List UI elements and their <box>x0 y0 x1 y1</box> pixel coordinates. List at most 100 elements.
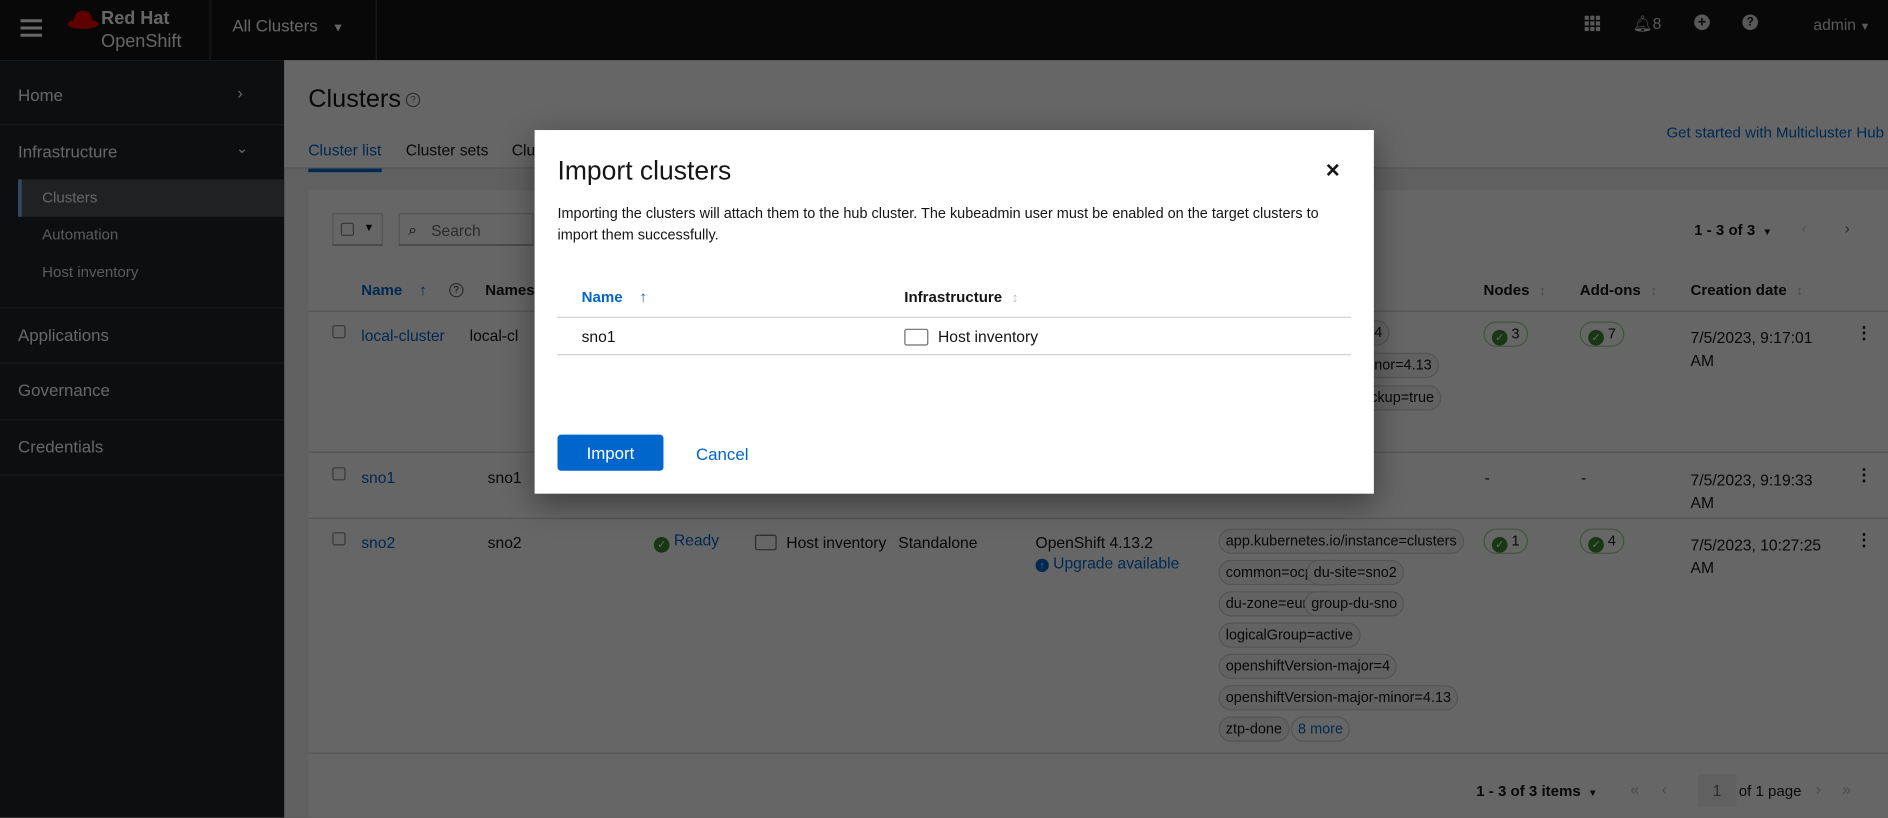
help-icon[interactable]: ? <box>1742 14 1758 31</box>
sort-asc-icon: ↑ <box>639 288 647 306</box>
col-creation-date[interactable]: Creation date ↕ <box>1691 282 1803 299</box>
page-count: of 1 page <box>1738 782 1802 800</box>
search-placeholder: Search <box>431 221 481 240</box>
server-icon <box>754 534 777 551</box>
tab-cluster-pools[interactable]: Clu <box>512 141 535 159</box>
namespace-cell: local-cl <box>469 326 519 345</box>
import-button[interactable]: Import <box>557 434 664 471</box>
pagination-items-toggle[interactable]: 1 - 3 of 3 items ▼ <box>1476 783 1597 800</box>
cluster-link[interactable]: sno1 <box>361 468 395 486</box>
user-menu[interactable]: admin ▼ <box>1813 16 1870 34</box>
addons-count[interactable]: ✓ 7 <box>1579 321 1625 347</box>
sidebar-item-applications[interactable]: Applications <box>18 325 109 344</box>
label-chip: group-du-sno <box>1304 591 1405 617</box>
brand-line2: OpenShift <box>101 31 182 52</box>
status-ready[interactable]: ✓ Ready <box>653 531 719 553</box>
caret-down-icon: ▼ <box>332 21 345 35</box>
search-input[interactable]: ⌕ Search <box>398 213 534 246</box>
server-icon <box>904 328 929 346</box>
label-chip: openshiftVersion-major-minor=4.13 <box>1218 685 1459 711</box>
check-circle-icon: ✓ <box>1588 329 1604 346</box>
sidebar-item-host-inventory[interactable]: Host inventory <box>42 264 138 281</box>
help-icon[interactable]: ? <box>405 92 421 108</box>
distribution-version: OpenShift 4.13.2 <box>1035 533 1154 552</box>
cluster-link[interactable]: local-cluster <box>361 326 445 344</box>
prev-page-icon[interactable]: ‹ <box>1801 219 1806 237</box>
cluster-link[interactable]: sno2 <box>361 533 395 551</box>
row-checkbox[interactable] <box>332 325 346 339</box>
check-circle-icon: ✓ <box>1588 537 1604 553</box>
first-page-icon[interactable]: « <box>1630 780 1639 798</box>
hamburger-menu-icon[interactable] <box>20 18 43 37</box>
addons-count[interactable]: ✓ 4 <box>1579 528 1625 554</box>
check-circle-icon: ✓ <box>653 537 670 553</box>
namespace-cell: sno1 <box>487 468 522 487</box>
brand-line1: Red Hat <box>101 8 170 29</box>
caret-down-icon: ▼ <box>1859 20 1871 33</box>
close-icon[interactable]: × <box>1326 158 1340 186</box>
get-started-link[interactable]: Get started with Multicluster Hub <box>1666 124 1883 141</box>
bulk-select-dropdown[interactable]: ▼ <box>332 213 383 246</box>
label-chip: app.kubernetes.io/instance=clusters <box>1218 528 1464 554</box>
check-circle-icon: ✓ <box>1491 329 1508 346</box>
kebab-menu-icon[interactable]: ⋮ <box>1856 323 1873 343</box>
distribution-type: Standalone <box>898 533 978 552</box>
label-chip: openshiftVersion-major=4 <box>1218 653 1398 680</box>
next-page-icon[interactable]: › <box>1816 780 1821 798</box>
modal-row-name: sno1 <box>581 327 616 346</box>
plus-circle-icon[interactable]: + <box>1694 14 1710 31</box>
sidebar-item-governance[interactable]: Governance <box>18 380 110 399</box>
modal-col-name[interactable]: Name ↑ <box>582 289 647 306</box>
kebab-menu-icon[interactable]: ⋮ <box>1856 530 1873 550</box>
col-name[interactable]: Name ↑ <box>361 282 426 299</box>
addons-count: - <box>1580 468 1587 487</box>
sidebar-item-infrastructure[interactable]: Infrastructure <box>18 142 117 161</box>
arrow-up-circle-icon: ↑ <box>1035 558 1049 572</box>
label-chip: ztp-done <box>1218 716 1290 742</box>
row-checkbox[interactable] <box>332 532 346 546</box>
sidebar-item-automation[interactable]: Automation <box>42 226 118 243</box>
col-namespace[interactable]: Names <box>485 282 534 299</box>
sidebar-item-credentials[interactable]: Credentials <box>18 437 103 456</box>
sidebar-item-clusters[interactable]: Clusters <box>42 189 97 206</box>
modal-description: Importing the clusters will attach them … <box>557 204 1319 244</box>
notifications-button[interactable]: 🔔︎8 <box>1633 14 1662 33</box>
bell-icon: 🔔︎ <box>1632 14 1653 33</box>
page-title: Clusters <box>308 85 402 114</box>
check-circle-icon: ✓ <box>1491 537 1508 553</box>
cluster-selector[interactable]: All Clusters ▼ <box>232 16 344 35</box>
redhat-logo[interactable] <box>66 6 100 32</box>
infrastructure-cell: Host inventory <box>754 533 886 551</box>
modal-col-infrastructure[interactable]: Infrastructure ↕ <box>904 289 1018 306</box>
modal-row-infrastructure: Host inventory <box>904 328 1038 346</box>
label-chip: logicalGroup=active <box>1218 622 1361 648</box>
creation-date: 7/5/2023, 9:17:01 AM <box>1690 328 1813 370</box>
col-nodes[interactable]: Nodes ↕ <box>1483 282 1545 299</box>
prev-page-icon[interactable]: ‹ <box>1662 780 1667 798</box>
tab-cluster-sets[interactable]: Cluster sets <box>406 141 489 159</box>
page-number-input[interactable]: 1 <box>1697 774 1737 807</box>
help-icon[interactable]: ? <box>449 282 464 298</box>
upgrade-available-link[interactable]: ↑ Upgrade available <box>1035 554 1179 572</box>
chevron-down-icon[interactable]: ⌄ <box>236 140 248 157</box>
last-page-icon[interactable]: » <box>1842 780 1851 798</box>
app-launcher-icon[interactable] <box>1584 15 1601 32</box>
row-checkbox[interactable] <box>332 467 346 481</box>
tab-cluster-list[interactable]: Cluster list <box>308 141 382 173</box>
sidebar-item-home[interactable]: Home <box>18 85 63 104</box>
chevron-right-icon[interactable]: › <box>237 83 243 102</box>
nodes-count[interactable]: ✓ 1 <box>1483 528 1529 554</box>
next-page-icon[interactable]: › <box>1845 219 1850 237</box>
more-labels-button[interactable]: 8 more <box>1290 716 1351 742</box>
modal-title: Import clusters <box>557 155 732 186</box>
nodes-count[interactable]: ✓ 3 <box>1483 321 1529 347</box>
cancel-button[interactable]: Cancel <box>696 444 748 463</box>
pagination-toggle[interactable]: 1 - 3 of 3 ▼ <box>1694 222 1772 239</box>
caret-down-icon: ▼ <box>363 221 375 234</box>
col-addons[interactable]: Add-ons ↕ <box>1580 282 1657 299</box>
search-icon: ⌕ <box>408 220 417 239</box>
creation-date: 7/5/2023, 10:27:25 AM <box>1690 535 1822 577</box>
import-clusters-modal: Import clusters × Importing the clusters… <box>534 130 1374 494</box>
kebab-menu-icon[interactable]: ⋮ <box>1856 465 1873 485</box>
namespace-cell: sno2 <box>487 533 522 552</box>
